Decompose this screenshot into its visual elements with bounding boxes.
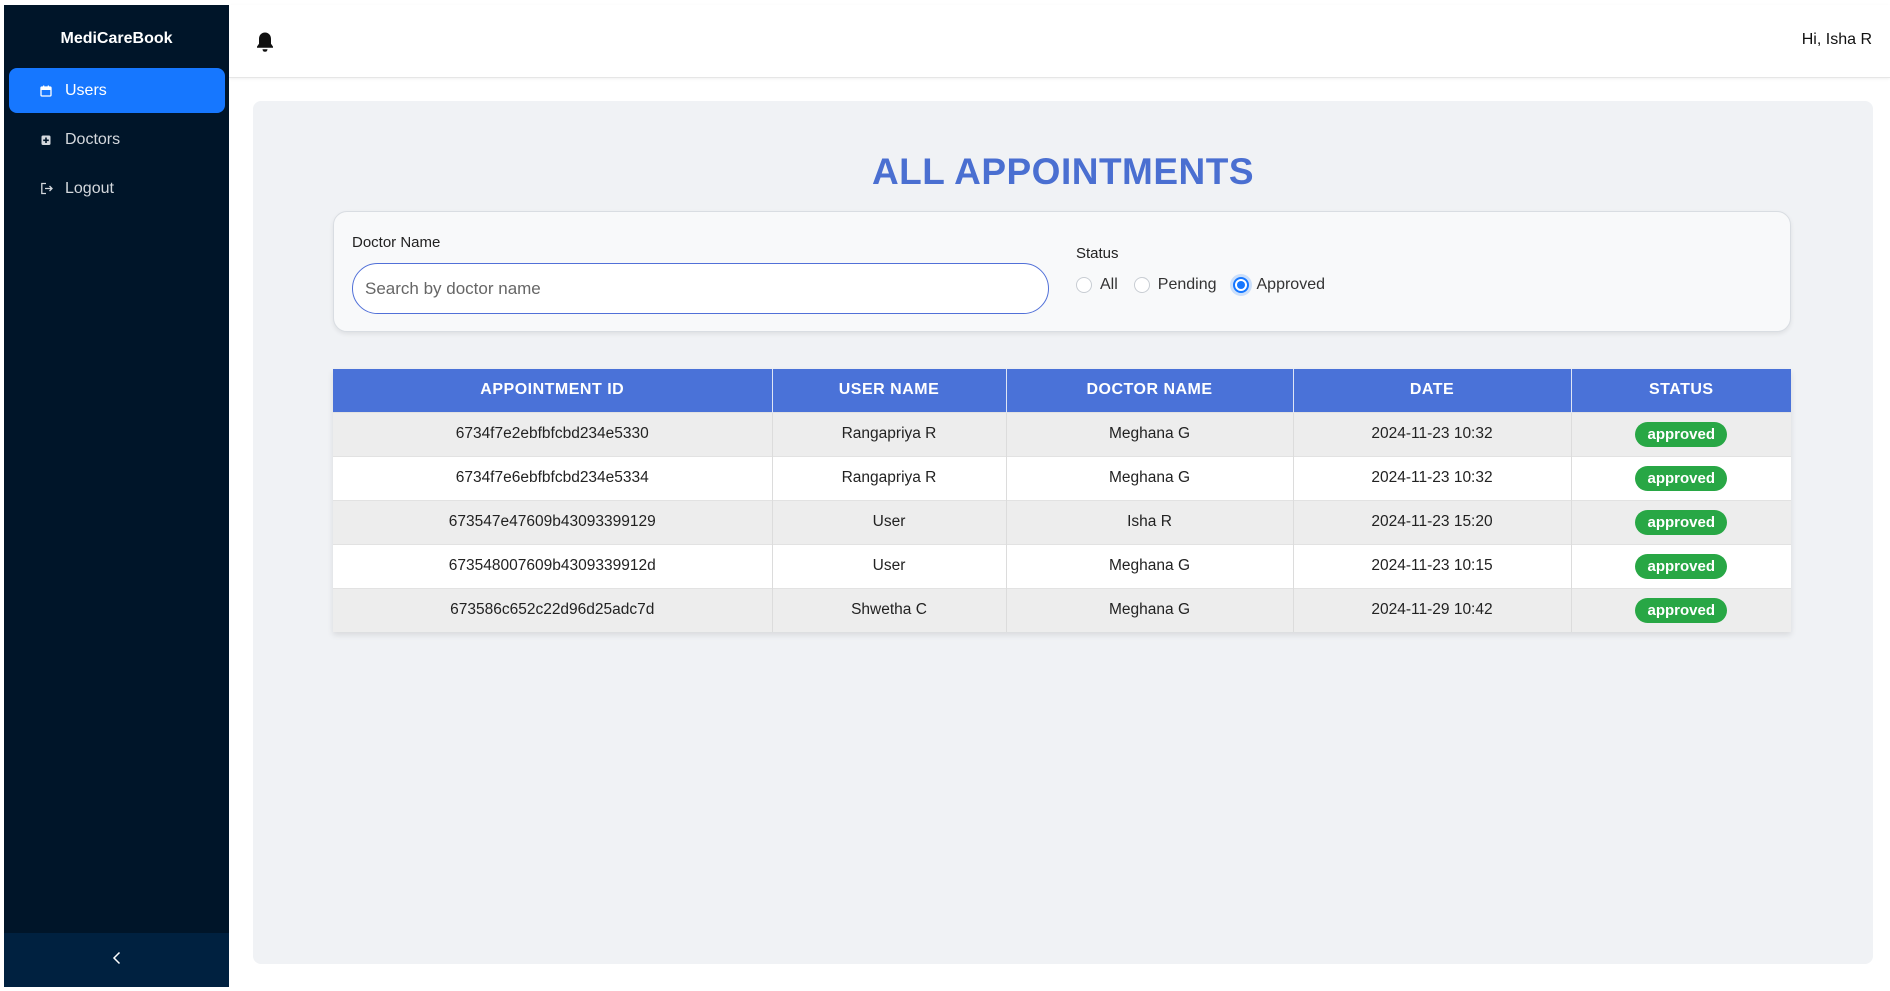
appointment-id-cell: 6734f7e6ebfbfcbd234e5334 xyxy=(333,455,773,500)
sidebar-item-label: Doctors xyxy=(65,130,121,148)
filter-panel: Doctor Name Status All Pending Approved xyxy=(333,211,1791,332)
medical-kit-icon xyxy=(39,133,53,147)
table-row: 673548007609b4309339912d User Meghana G … xyxy=(333,543,1791,588)
appointment-id-cell: 673547e47609b43093399129 xyxy=(333,499,773,544)
page-title: ALL APPOINTMENTS xyxy=(871,151,1255,192)
sidebar-item-label: Logout xyxy=(65,179,114,197)
doctor-name-cell: Meghana G xyxy=(1006,455,1294,500)
user-name-cell: Rangapriya R xyxy=(772,455,1007,500)
appointment-id-cell: 673586c652c22d96d25adc7d xyxy=(333,587,773,632)
table-header-row: APPOINTMENT ID USER NAME DOCTOR NAME DAT… xyxy=(333,369,1791,412)
calendar-icon xyxy=(39,84,53,98)
doctor-search-input[interactable] xyxy=(352,263,1049,314)
radio-label: Pending xyxy=(1157,276,1217,293)
brand-logo[interactable]: MediCareBook xyxy=(4,30,229,48)
appointments-table-container: APPOINTMENT ID USER NAME DOCTOR NAME DAT… xyxy=(333,369,1791,632)
radio-circle-checked[interactable] xyxy=(1232,277,1249,293)
sidebar-item-label: Users xyxy=(65,81,107,99)
status-badge: approved xyxy=(1635,465,1727,491)
status-badge: approved xyxy=(1635,553,1727,579)
radio-circle[interactable] xyxy=(1076,277,1092,293)
status-cell: approved xyxy=(1571,543,1791,588)
sidebar-item-doctors[interactable]: Doctors xyxy=(9,117,225,162)
doctor-name-cell: Meghana G xyxy=(1006,587,1294,632)
radio-label: All xyxy=(1100,276,1118,293)
chevron-left-icon xyxy=(112,951,122,970)
date-cell: 2024-11-23 15:20 xyxy=(1293,499,1572,544)
table-row: 673547e47609b43093399129 User Isha R 202… xyxy=(333,499,1791,544)
status-badge: approved xyxy=(1635,597,1727,623)
status-cell: approved xyxy=(1571,587,1791,632)
status-badge: approved xyxy=(1635,509,1727,535)
user-name-cell: Rangapriya R xyxy=(772,411,1007,456)
column-header-status[interactable]: STATUS xyxy=(1571,369,1791,412)
date-cell: 2024-11-29 10:42 xyxy=(1293,587,1572,632)
doctor-name-cell: Meghana G xyxy=(1006,411,1294,456)
status-radio-all[interactable]: All xyxy=(1076,276,1118,294)
status-label: Status xyxy=(1076,245,1119,262)
doctor-name-cell: Isha R xyxy=(1006,499,1294,544)
status-radio-group: All Pending Approved xyxy=(1076,276,1341,294)
appointments-table: APPOINTMENT ID USER NAME DOCTOR NAME DAT… xyxy=(333,369,1791,632)
status-cell: approved xyxy=(1571,499,1791,544)
table-row: 673586c652c22d96d25adc7d Shwetha C Megha… xyxy=(333,587,1791,632)
user-greeting: Hi, Isha R xyxy=(1801,31,1872,48)
radio-label: Approved xyxy=(1256,276,1326,293)
date-cell: 2024-11-23 10:32 xyxy=(1293,411,1572,456)
column-header-doctor-name[interactable]: DOCTOR NAME xyxy=(1006,369,1294,412)
user-name-cell: User xyxy=(772,499,1007,544)
sidebar-collapse-button[interactable] xyxy=(4,933,229,987)
doctor-name-label: Doctor Name xyxy=(352,234,441,251)
sidebar: MediCareBook Users Doctors Logout xyxy=(4,5,229,987)
column-header-appointment-id[interactable]: APPOINTMENT ID xyxy=(333,369,773,412)
appointment-id-cell: 6734f7e2ebfbfcbd234e5330 xyxy=(333,411,773,456)
top-header: Hi, Isha R xyxy=(229,5,1890,78)
sidebar-menu: Users Doctors Logout xyxy=(9,68,225,215)
status-cell: approved xyxy=(1571,455,1791,500)
column-header-user-name[interactable]: USER NAME xyxy=(772,369,1007,412)
date-cell: 2024-11-23 10:15 xyxy=(1293,543,1572,588)
main-content: ALL APPOINTMENTS Doctor Name Status All … xyxy=(253,101,1873,964)
doctor-name-cell: Meghana G xyxy=(1006,543,1294,588)
status-radio-pending[interactable]: Pending xyxy=(1133,276,1217,294)
appointment-id-cell: 673548007609b4309339912d xyxy=(333,543,773,588)
table-row: 6734f7e2ebfbfcbd234e5330 Rangapriya R Me… xyxy=(333,411,1791,456)
sidebar-item-users[interactable]: Users xyxy=(9,68,225,113)
table-row: 6734f7e6ebfbfcbd234e5334 Rangapriya R Me… xyxy=(333,455,1791,500)
status-badge: approved xyxy=(1635,421,1727,447)
sidebar-item-logout[interactable]: Logout xyxy=(9,166,225,211)
bell-icon[interactable] xyxy=(255,31,275,53)
status-radio-approved[interactable]: Approved xyxy=(1232,276,1326,294)
user-name-cell: User xyxy=(772,543,1007,588)
column-header-date[interactable]: DATE xyxy=(1293,369,1572,412)
status-cell: approved xyxy=(1571,411,1791,456)
logout-icon xyxy=(39,182,53,196)
date-cell: 2024-11-23 10:32 xyxy=(1293,455,1572,500)
radio-circle[interactable] xyxy=(1133,277,1150,293)
user-name-cell: Shwetha C xyxy=(772,587,1007,632)
